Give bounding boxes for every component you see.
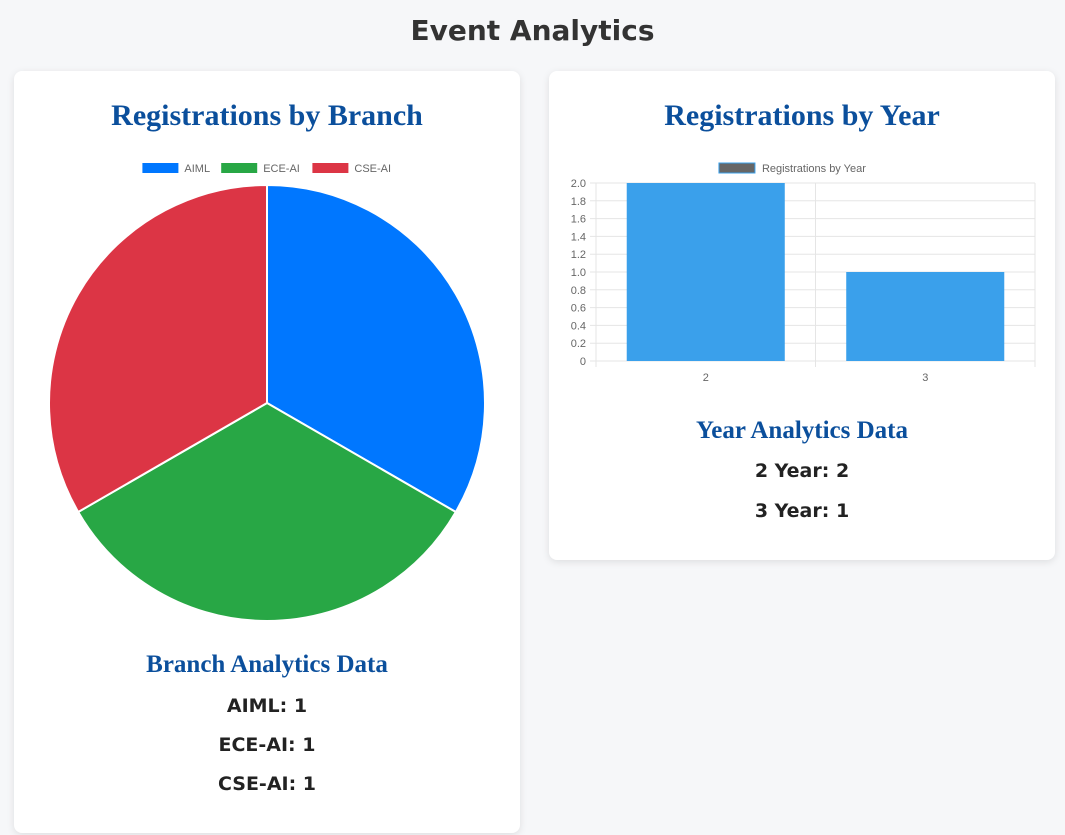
- year-data-line-3: 3 Year: 1: [754, 500, 850, 522]
- y-tick-label-1-4: 1.4: [571, 231, 586, 243]
- year-data-title: Year Analytics Data: [695, 417, 909, 444]
- x-tick-label-2: 2: [703, 372, 709, 384]
- x-tick-label-3: 3: [922, 372, 928, 384]
- page-title: Event Analytics: [410, 14, 655, 47]
- legend-swatch-aiml: [142, 163, 179, 173]
- bar-year-2: [626, 183, 785, 361]
- legend-label-ece-ai: ECE-AI: [263, 163, 300, 175]
- branch-data-title: Branch Analytics Data: [146, 651, 388, 678]
- year-card: Registrations by Year Registrations by Y…: [549, 71, 1055, 560]
- legend-label-registrations-by-year: Registrations by Year: [762, 163, 866, 175]
- y-tick-label-1-8: 1.8: [571, 196, 586, 208]
- branch-data-line-aiml: AIML: 1: [226, 695, 308, 717]
- y-tick-label-0-6: 0.6: [571, 303, 586, 315]
- y-tick-label-0-2: 0.2: [571, 338, 586, 350]
- legend-label-aiml: AIML: [184, 163, 210, 175]
- y-tick-label-2-0: 2.0: [571, 178, 586, 190]
- legend-swatch-registrations-by-year: [718, 162, 756, 174]
- y-tick-label-0-8: 0.8: [571, 285, 586, 297]
- branch-card: Registrations by Branch AIML ECE-AI CSE-AI…: [14, 71, 520, 833]
- y-tick-label-1-0: 1.0: [571, 267, 586, 279]
- branch-pie-chart: AIML ECE-AI CSE-AI: [48, 163, 486, 622]
- branch-data-line-ece-ai: ECE-AI: 1: [218, 734, 316, 756]
- legend-swatch-ece-ai: [221, 163, 258, 173]
- y-tick-label-0: 0: [580, 356, 586, 368]
- y-tick-label-0-4: 0.4: [571, 320, 586, 332]
- y-tick-label-1-2: 1.2: [571, 249, 586, 261]
- branch-data-line-cse-ai: CSE-AI: 1: [217, 773, 317, 795]
- legend-swatch-cse-ai: [312, 163, 349, 173]
- y-tick-label-1-6: 1.6: [571, 214, 586, 226]
- year-data-line-2: 2 Year: 2: [754, 460, 850, 482]
- legend-label-cse-ai: CSE-AI: [354, 163, 391, 175]
- bar-year-3: [846, 272, 1005, 361]
- year-bar-chart: Registrations by Year 0 0.2 0.4 0.6 0.8 1.0 1.2…: [571, 162, 1036, 384]
